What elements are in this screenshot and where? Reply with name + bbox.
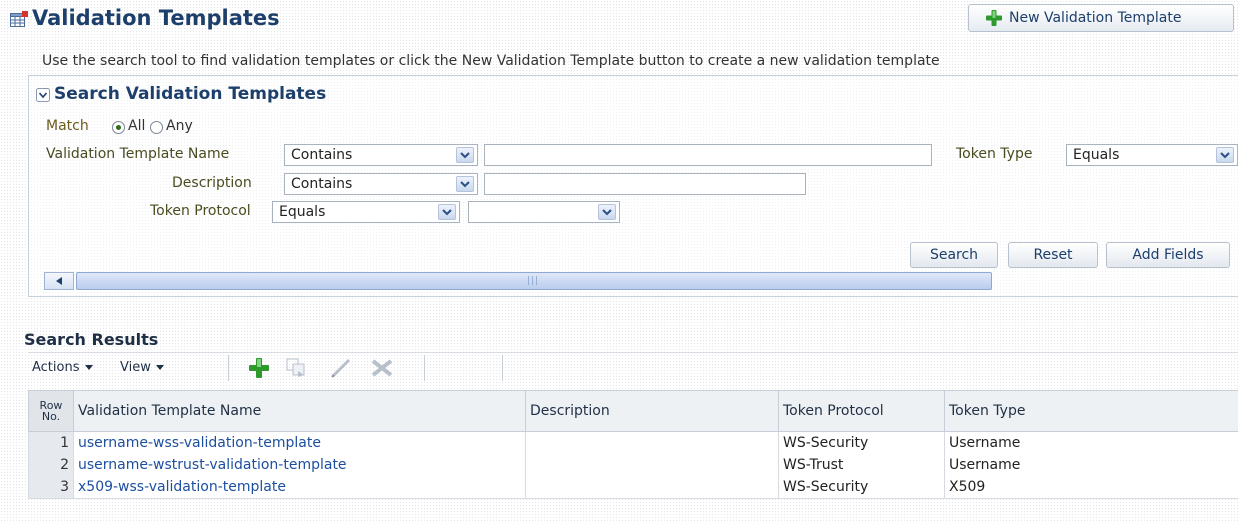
token-type-operator-value: Equals [1073, 147, 1120, 163]
actions-menu-label: Actions [32, 360, 80, 375]
view-menu-label: View [120, 360, 151, 375]
row-number: 2 [28, 454, 74, 476]
view-menu[interactable]: View [120, 360, 164, 375]
dropdown-arrow-icon [438, 204, 456, 220]
column-header-row-no[interactable]: Row No. [28, 390, 74, 432]
results-heading: Search Results [24, 330, 159, 349]
description-operator-select[interactable]: Contains [284, 173, 478, 195]
dropdown-arrow-icon [456, 176, 474, 192]
search-button[interactable]: Search [910, 242, 998, 268]
match-any-label: Any [166, 118, 193, 134]
toolbar-separator [228, 355, 229, 381]
description-cell [525, 431, 779, 454]
dropdown-arrow-icon [598, 204, 616, 220]
column-header-description[interactable]: Description [525, 390, 779, 432]
dropdown-arrow-icon [456, 147, 474, 163]
description-cell [525, 454, 779, 476]
new-validation-template-button[interactable]: New Validation Template [968, 4, 1234, 32]
row-number: 3 [28, 476, 74, 499]
name-operator-select[interactable]: Contains [284, 144, 478, 166]
name-cell: username-wstrust-validation-template [73, 454, 526, 476]
name-cell: x509-wss-validation-template [73, 476, 526, 499]
delete-icon[interactable] [370, 358, 394, 378]
token-type-operator-select[interactable]: Equals [1066, 144, 1238, 166]
description-value-input[interactable] [484, 173, 806, 195]
type-cell: Username [944, 454, 1238, 476]
column-header-token-protocol[interactable]: Token Protocol [778, 390, 945, 432]
table-header-row: Row No. Validation Template Name Descript… [28, 390, 1238, 432]
results-toolbar: Actions View [28, 352, 1238, 384]
toolbar-separator [424, 355, 425, 381]
template-link[interactable]: username-wss-validation-template [78, 435, 321, 451]
add-icon[interactable] [248, 357, 270, 379]
description-label: Description [172, 175, 252, 191]
protocol-cell: WS-Trust [778, 454, 945, 476]
match-all-label: All [128, 118, 146, 134]
new-button-label: New Validation Template [1009, 10, 1182, 26]
add-fields-button[interactable]: Add Fields [1106, 242, 1230, 268]
match-label: Match [46, 118, 89, 134]
table-row[interactable]: 1 username-wss-validation-template WS-Se… [28, 431, 1238, 454]
protocol-cell: WS-Security [778, 476, 945, 499]
scrollbar-grip: ||| [527, 276, 540, 286]
description-cell [525, 476, 779, 499]
name-value-input[interactable] [484, 144, 932, 166]
template-link[interactable]: username-wstrust-validation-template [78, 457, 347, 473]
scroll-left-button[interactable] [44, 272, 74, 290]
name-operator-value: Contains [291, 147, 353, 163]
token-protocol-operator-value: Equals [279, 204, 326, 220]
name-cell: username-wss-validation-template [73, 431, 526, 454]
column-header-token-type[interactable]: Token Type [944, 390, 1238, 432]
scroll-left-icon [56, 277, 62, 285]
token-protocol-value-select[interactable] [468, 201, 620, 223]
dropdown-arrow-icon [1216, 147, 1234, 163]
chevron-down-icon [155, 365, 164, 370]
token-protocol-operator-select[interactable]: Equals [272, 201, 460, 223]
template-link[interactable]: x509-wss-validation-template [78, 479, 286, 495]
results-table: Row No. Validation Template Name Descript… [28, 390, 1238, 499]
token-type-label: Token Type [956, 146, 1033, 162]
reset-button[interactable]: Reset [1008, 242, 1098, 268]
chevron-down-icon [84, 365, 93, 370]
match-any-radio[interactable] [150, 121, 163, 134]
duplicate-icon[interactable] [286, 358, 308, 378]
type-cell: Username [944, 431, 1238, 454]
instructions-text: Use the search tool to find validation t… [42, 53, 940, 69]
name-label: Validation Template Name [46, 146, 230, 162]
type-cell: X509 [944, 476, 1238, 499]
row-number: 1 [28, 431, 74, 454]
protocol-cell: WS-Security [778, 431, 945, 454]
table-icon [10, 11, 28, 27]
table-row[interactable]: 2 username-wstrust-validation-template W… [28, 454, 1238, 476]
search-section-heading[interactable]: Search Validation Templates [54, 84, 326, 104]
description-operator-value: Contains [291, 176, 353, 192]
table-row[interactable]: 3 x509-wss-validation-template WS-Securi… [28, 476, 1238, 499]
add-icon [986, 10, 1002, 26]
row-no-header-line2: No. [41, 410, 61, 423]
edit-icon[interactable] [330, 358, 352, 378]
match-all-radio[interactable] [112, 121, 125, 134]
token-protocol-label: Token Protocol [150, 203, 251, 219]
disclose-icon[interactable] [36, 88, 50, 102]
page-title: Validation Templates [32, 6, 280, 30]
column-header-name[interactable]: Validation Template Name [73, 390, 526, 432]
toolbar-separator [502, 355, 503, 381]
actions-menu[interactable]: Actions [32, 360, 93, 375]
